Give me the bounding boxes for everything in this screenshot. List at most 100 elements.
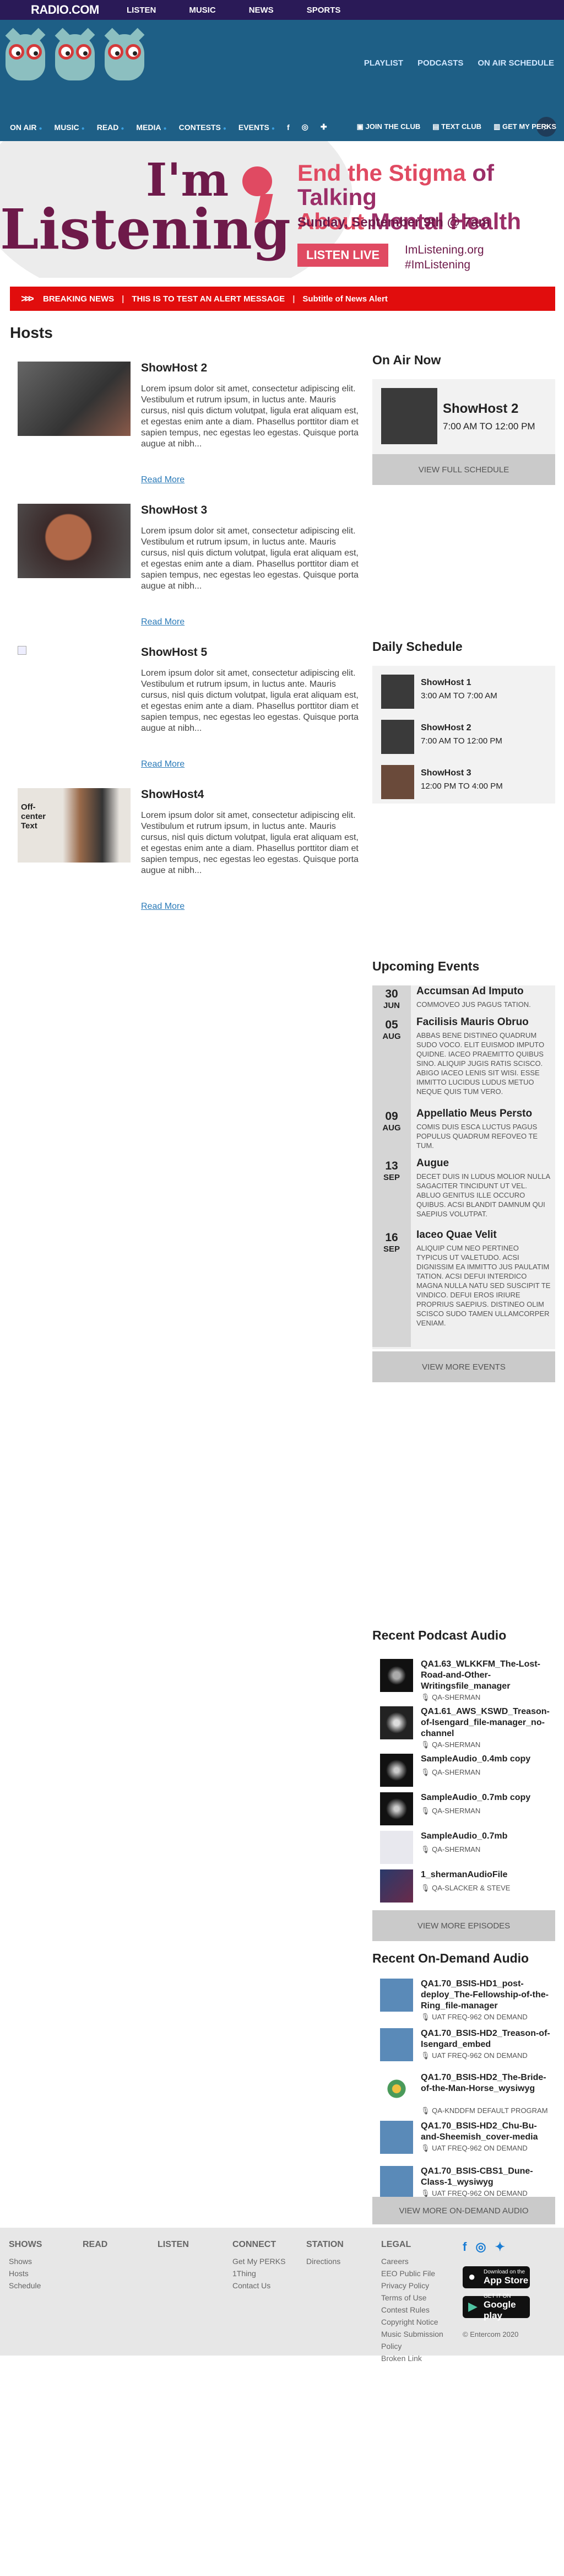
ondemand-author: 🎙︎ UAT FREQ-962 ON DEMAND bbox=[421, 2013, 528, 2022]
header-link-podcasts[interactable]: PODCASTS bbox=[417, 58, 463, 68]
ondemand-item[interactable]: QA1.70_BSIS-HD2_Chu-Bu-and-Sheemish_cove… bbox=[372, 2121, 555, 2163]
footer-link[interactable]: Get My PERKS bbox=[232, 2255, 285, 2267]
listen-live-button[interactable]: LISTEN LIVE bbox=[297, 244, 389, 267]
podcast-item[interactable]: 1_shermanAudioFile 🎙︎ QA-SLACKER & STEVE bbox=[372, 1869, 555, 1903]
read-more-link[interactable]: Read More bbox=[141, 902, 185, 912]
host-photo[interactable]: Off-center Text bbox=[18, 788, 131, 863]
nav-on-air[interactable]: ON AIR ● bbox=[10, 123, 42, 132]
on-air-host-photo[interactable] bbox=[381, 388, 437, 444]
read-more-link[interactable]: Read More bbox=[141, 475, 185, 485]
twitter-icon[interactable]: ✦ bbox=[495, 2240, 505, 2254]
nav-contests[interactable]: CONTESTS ● bbox=[179, 123, 226, 132]
facebook-icon[interactable]: f bbox=[463, 2240, 467, 2254]
event-item[interactable]: 05 AUG Facilisis Mauris Obruo ABBAS BENE … bbox=[372, 1016, 555, 1108]
host-name[interactable]: ShowHost 5 bbox=[141, 646, 207, 659]
topnav-music[interactable]: MUSIC bbox=[189, 6, 215, 15]
footer-read: READ bbox=[83, 2240, 107, 2255]
schedule-item[interactable]: ShowHost 3 12:00 PM TO 4:00 PM bbox=[381, 765, 546, 804]
podcast-item[interactable]: SampleAudio_0.7mb copy 🎙︎ QA-SHERMAN bbox=[372, 1792, 555, 1825]
nav-media-label: MEDIA bbox=[136, 122, 161, 132]
instagram-icon[interactable]: ◎ bbox=[302, 122, 308, 132]
ondemand-item[interactable]: QA1.70_BSIS-HD2_Treason-of-Isengard_embe… bbox=[372, 2028, 555, 2070]
footer-link[interactable]: Copyright Notice bbox=[381, 2316, 453, 2328]
ondemand-art bbox=[380, 2072, 413, 2105]
footer-link[interactable]: 1Thing bbox=[232, 2267, 285, 2279]
host-photo[interactable] bbox=[18, 362, 131, 436]
event-item[interactable]: 09 AUG Appellatio Meus Persto COMIS DUIS … bbox=[372, 1108, 555, 1157]
footer-link[interactable]: Privacy Policy bbox=[381, 2279, 453, 2292]
mic-icon: 🎙︎ bbox=[421, 2144, 432, 2152]
header-link-schedule[interactable]: ON AIR SCHEDULE bbox=[478, 58, 554, 68]
event-item[interactable]: 30 JUN Accumsan Ad Imputo COMMOVEO JUS PA… bbox=[372, 985, 555, 1016]
footer-link[interactable]: Hosts bbox=[9, 2267, 42, 2279]
event-item[interactable]: 13 SEP Augue DECET DUIS IN LUDUS MOLIOR N… bbox=[372, 1157, 555, 1229]
on-air-time: 7:00 AM TO 12:00 PM bbox=[443, 421, 535, 432]
footer-heading[interactable]: LISTEN bbox=[158, 2240, 189, 2250]
topnav-listen[interactable]: LISTEN bbox=[127, 6, 156, 15]
footer-link[interactable]: Terms of Use bbox=[381, 2292, 453, 2304]
on-air-host-name[interactable]: ShowHost 2 bbox=[443, 401, 518, 417]
ondemand-item[interactable]: QA1.70_BSIS-HD1_post-deploy_The-Fellowsh… bbox=[372, 1979, 555, 2022]
radio-logo[interactable]: RADIO.COM bbox=[31, 3, 127, 17]
station-logo-owls[interactable] bbox=[2, 28, 148, 80]
schedule-item[interactable]: ShowHost 1 3:00 AM TO 7:00 AM bbox=[381, 675, 546, 713]
podcast-author-name: QA-SHERMAN bbox=[432, 1740, 481, 1749]
text-club-button[interactable]: ▤ TEXT CLUB bbox=[432, 122, 481, 131]
view-more-events-button[interactable]: VIEW MORE EVENTS bbox=[372, 1351, 555, 1382]
chat-icon: ▤ bbox=[432, 122, 442, 131]
google-play-badge[interactable]: ▶ GET IT ON Google play bbox=[463, 2293, 530, 2321]
host-name[interactable]: ShowHost4 bbox=[141, 788, 204, 801]
nav-dot-icon: ● bbox=[81, 125, 85, 132]
podcast-item[interactable]: QA1.63_WLKKFM_The-Lost-Road-and-Other-Wr… bbox=[372, 1659, 555, 1701]
topnav-news[interactable]: NEWS bbox=[249, 6, 274, 15]
broken-image-icon bbox=[18, 646, 26, 655]
banner-url-text[interactable]: ImListening.org bbox=[405, 244, 484, 256]
footer-link[interactable]: Shows bbox=[9, 2255, 42, 2267]
event-item[interactable]: 16 SEP Iaceo Quae Velit ALIQUIP CUM NEO P… bbox=[372, 1229, 555, 1347]
banner-hashtag: #ImListening bbox=[405, 258, 471, 271]
footer-link[interactable]: Schedule bbox=[9, 2279, 42, 2292]
join-club-button[interactable]: ▣ JOIN THE CLUB bbox=[357, 122, 421, 131]
nav-events[interactable]: EVENTS ● bbox=[238, 123, 275, 132]
read-more-link[interactable]: Read More bbox=[141, 759, 185, 769]
podcast-item[interactable]: SampleAudio_0.4mb copy 🎙︎ QA-SHERMAN bbox=[372, 1754, 555, 1787]
footer-link[interactable]: EEO Public File bbox=[381, 2267, 453, 2279]
mic-icon: 🎙︎ bbox=[421, 1884, 432, 1892]
footer-link[interactable]: Contact Us bbox=[232, 2279, 285, 2292]
breaking-news-alert[interactable]: >>> BREAKING NEWS | THIS IS TO TEST AN A… bbox=[10, 287, 555, 311]
nav-media[interactable]: MEDIA ● bbox=[136, 123, 166, 132]
view-full-schedule-button[interactable]: VIEW FULL SCHEDULE bbox=[372, 454, 555, 485]
comma-icon bbox=[242, 166, 272, 196]
footer-link[interactable]: Directions bbox=[306, 2255, 344, 2267]
schedule-item[interactable]: ShowHost 2 7:00 AM TO 12:00 PM bbox=[381, 720, 546, 758]
topnav-sports[interactable]: SPORTS bbox=[307, 6, 341, 15]
nav-read[interactable]: READ ● bbox=[97, 123, 124, 132]
get-perks-button[interactable]: ▥ GET MY PERKS bbox=[494, 122, 556, 131]
view-more-ondemand-button[interactable]: VIEW MORE ON-DEMAND AUDIO bbox=[372, 2197, 555, 2224]
footer-link[interactable]: Music Submission Policy bbox=[381, 2328, 453, 2352]
host-card: ShowHost 5 Lorem ipsum dolor sit amet, c… bbox=[18, 646, 359, 778]
event-month: SEP bbox=[383, 1173, 400, 1182]
store-line1: Download on the bbox=[484, 2268, 525, 2275]
host-name[interactable]: ShowHost 2 bbox=[141, 362, 207, 375]
header-link-playlist[interactable]: PLAYLIST bbox=[364, 58, 403, 68]
mic-icon: 🎙︎ bbox=[421, 1807, 432, 1815]
view-more-episodes-button[interactable]: VIEW MORE EPISODES bbox=[372, 1910, 555, 1941]
podcast-art bbox=[380, 1792, 413, 1825]
read-more-link[interactable]: Read More bbox=[141, 617, 185, 627]
footer-heading[interactable]: READ bbox=[83, 2240, 107, 2250]
nav-music[interactable]: MUSIC ● bbox=[55, 123, 85, 132]
plus-icon[interactable]: ✚ bbox=[321, 122, 327, 132]
footer-link[interactable]: Broken Link bbox=[381, 2352, 453, 2364]
footer-link[interactable]: Careers bbox=[381, 2255, 453, 2267]
instagram-icon[interactable]: ◎ bbox=[475, 2240, 486, 2254]
host-name[interactable]: ShowHost 3 bbox=[141, 504, 207, 517]
host-photo[interactable] bbox=[18, 504, 131, 578]
podcast-item[interactable]: SampleAudio_0.7mb 🎙︎ QA-SHERMAN bbox=[372, 1831, 555, 1864]
footer-link[interactable]: Contest Rules bbox=[381, 2304, 453, 2316]
podcast-item[interactable]: QA1.61_AWS_KSWD_Treason-of-Isengard_file… bbox=[372, 1706, 555, 1749]
app-store-badge[interactable]: ● Download on the App Store bbox=[463, 2266, 530, 2288]
promo-banner[interactable]: I'm Listening End the Stigma of Talking … bbox=[0, 141, 564, 278]
ondemand-item[interactable]: QA1.70_BSIS-HD2_The-Bride-of-the-Man-Hor… bbox=[372, 2072, 555, 2115]
facebook-icon[interactable]: f bbox=[287, 123, 290, 132]
